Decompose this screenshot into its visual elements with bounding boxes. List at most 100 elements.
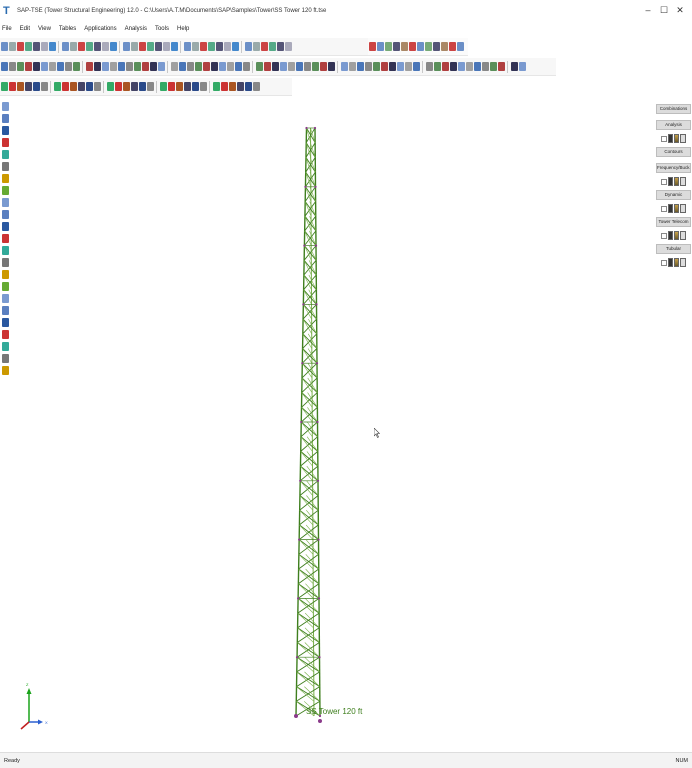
toolbar-button-icon[interactable] xyxy=(268,42,276,51)
toolbar-button-icon[interactable] xyxy=(510,62,518,71)
toolbar-button-icon[interactable] xyxy=(133,62,141,71)
toolbar-button-icon[interactable] xyxy=(356,62,364,71)
toolbar-button-icon[interactable] xyxy=(122,42,130,51)
toolbar-button-icon[interactable] xyxy=(93,62,101,71)
options-icon[interactable] xyxy=(680,204,686,213)
left-toolbar-button-icon[interactable] xyxy=(1,269,9,279)
left-toolbar-button-icon[interactable] xyxy=(1,137,9,147)
toolbar-button-icon[interactable] xyxy=(24,42,32,51)
toolbar-button-icon[interactable] xyxy=(125,62,133,71)
toolbar-button-icon[interactable] xyxy=(384,42,392,51)
maximize-button[interactable]: ☐ xyxy=(656,3,672,17)
toolbar-button-icon[interactable] xyxy=(396,62,404,71)
left-toolbar-button-icon[interactable] xyxy=(1,281,9,291)
toolbar-button-icon[interactable] xyxy=(56,62,64,71)
toolbar-button-icon[interactable] xyxy=(24,62,32,71)
panel-tab-contours[interactable]: Contours xyxy=(656,147,691,157)
toolbar-button-icon[interactable] xyxy=(440,42,448,51)
toolbar-button-icon[interactable] xyxy=(69,82,77,91)
toolbar-button-icon[interactable] xyxy=(210,62,218,71)
toolbar-button-icon[interactable] xyxy=(53,82,61,91)
left-toolbar-button-icon[interactable] xyxy=(1,305,9,315)
toolbar-button-icon[interactable] xyxy=(0,42,8,51)
toolbar-button-icon[interactable] xyxy=(252,82,260,91)
toolbar-button-icon[interactable] xyxy=(64,62,72,71)
toolbar-button-icon[interactable] xyxy=(157,62,165,71)
options-icon[interactable] xyxy=(680,134,686,143)
toolbar-button-icon[interactable] xyxy=(122,82,130,91)
toolbar-button-icon[interactable] xyxy=(448,42,456,51)
panel-checkbox[interactable] xyxy=(661,259,667,266)
toolbar-button-icon[interactable] xyxy=(138,82,146,91)
toolbar-button-icon[interactable] xyxy=(489,62,497,71)
toolbar-button-icon[interactable] xyxy=(242,62,250,71)
toolbar-button-icon[interactable] xyxy=(212,82,220,91)
panel-checkbox[interactable] xyxy=(661,232,667,239)
left-toolbar-button-icon[interactable] xyxy=(1,101,9,111)
toolbar-button-icon[interactable] xyxy=(191,82,199,91)
toolbar-button-icon[interactable] xyxy=(0,82,8,91)
toolbar-button-icon[interactable] xyxy=(220,82,228,91)
toolbar-button-icon[interactable] xyxy=(85,62,93,71)
toolbar-button-icon[interactable] xyxy=(194,62,202,71)
toolbar-button-icon[interactable] xyxy=(244,82,252,91)
panel-tab-analysis[interactable]: Analysis xyxy=(656,120,691,130)
left-toolbar-button-icon[interactable] xyxy=(1,173,9,183)
toolbar-button-icon[interactable] xyxy=(109,42,117,51)
toolbar-button-icon[interactable] xyxy=(260,42,268,51)
toolbar-button-icon[interactable] xyxy=(432,42,440,51)
left-toolbar-button-icon[interactable] xyxy=(1,245,9,255)
toolbar-button-icon[interactable] xyxy=(32,42,40,51)
color-mode-icon[interactable] xyxy=(674,134,679,143)
display-mode-icon[interactable] xyxy=(668,177,673,186)
toolbar-button-icon[interactable] xyxy=(255,62,263,71)
toolbar-button-icon[interactable] xyxy=(146,42,154,51)
menu-file[interactable]: File xyxy=(2,26,12,32)
toolbar-button-icon[interactable] xyxy=(244,42,252,51)
toolbar-button-icon[interactable] xyxy=(16,42,24,51)
toolbar-button-icon[interactable] xyxy=(456,42,464,51)
toolbar-button-icon[interactable] xyxy=(228,82,236,91)
left-toolbar-button-icon[interactable] xyxy=(1,221,9,231)
left-toolbar-button-icon[interactable] xyxy=(1,329,9,339)
toolbar-button-icon[interactable] xyxy=(8,42,16,51)
toolbar-button-icon[interactable] xyxy=(61,82,69,91)
toolbar-button-icon[interactable] xyxy=(167,82,175,91)
toolbar-button-icon[interactable] xyxy=(223,42,231,51)
toolbar-button-icon[interactable] xyxy=(271,62,279,71)
left-toolbar-button-icon[interactable] xyxy=(1,233,9,243)
toolbar-button-icon[interactable] xyxy=(234,62,242,71)
menu-applications[interactable]: Applications xyxy=(84,26,116,32)
toolbar-button-icon[interactable] xyxy=(202,62,210,71)
toolbar-button-icon[interactable] xyxy=(311,62,319,71)
toolbar-button-icon[interactable] xyxy=(416,42,424,51)
toolbar-button-icon[interactable] xyxy=(170,42,178,51)
display-mode-icon[interactable] xyxy=(668,258,673,267)
toolbar-button-icon[interactable] xyxy=(149,62,157,71)
toolbar-button-icon[interactable] xyxy=(77,42,85,51)
toolbar-button-icon[interactable] xyxy=(93,42,101,51)
toolbar-button-icon[interactable] xyxy=(85,42,93,51)
toolbar-button-icon[interactable] xyxy=(425,62,433,71)
toolbar-button-icon[interactable] xyxy=(85,82,93,91)
toolbar-button-icon[interactable] xyxy=(117,62,125,71)
toolbar-button-icon[interactable] xyxy=(40,82,48,91)
toolbar-button-icon[interactable] xyxy=(130,82,138,91)
toolbar-button-icon[interactable] xyxy=(191,42,199,51)
toolbar-button-icon[interactable] xyxy=(412,62,420,71)
toolbar-button-icon[interactable] xyxy=(400,42,408,51)
panel-tab-combinations[interactable]: Combinations xyxy=(656,104,691,114)
toolbar-button-icon[interactable] xyxy=(364,62,372,71)
options-icon[interactable] xyxy=(680,258,686,267)
toolbar-button-icon[interactable] xyxy=(372,62,380,71)
toolbar-button-icon[interactable] xyxy=(141,62,149,71)
toolbar-button-icon[interactable] xyxy=(392,42,400,51)
toolbar-button-icon[interactable] xyxy=(69,42,77,51)
left-toolbar-button-icon[interactable] xyxy=(1,257,9,267)
toolbar-button-icon[interactable] xyxy=(231,42,239,51)
toolbar-button-icon[interactable] xyxy=(101,62,109,71)
toolbar-button-icon[interactable] xyxy=(16,82,24,91)
toolbar-button-icon[interactable] xyxy=(215,42,223,51)
toolbar-button-icon[interactable] xyxy=(32,82,40,91)
toolbar-button-icon[interactable] xyxy=(441,62,449,71)
